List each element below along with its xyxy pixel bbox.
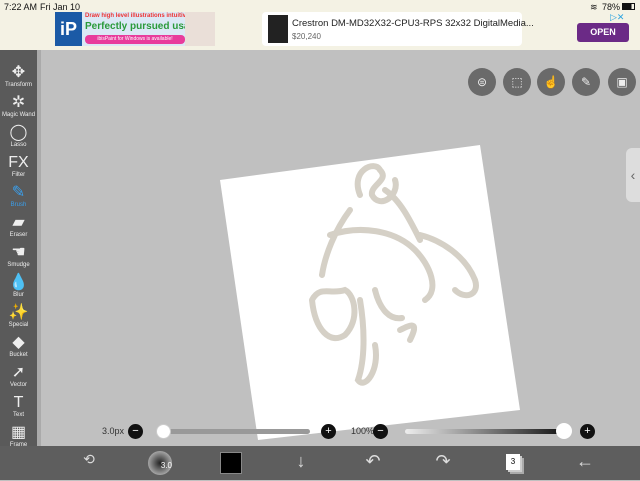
tool-vector[interactable]: ➚ Vector (0, 364, 37, 388)
hand-tool-button[interactable]: ☝ (537, 68, 565, 96)
opacity-slider-thumb[interactable] (556, 423, 572, 439)
tool-filter[interactable]: FX Filter (0, 154, 37, 178)
tool-lasso[interactable]: ◯ Lasso (0, 124, 37, 148)
ruler-button[interactable]: ✎ (572, 68, 600, 96)
smudge-icon: ☚ (11, 244, 26, 261)
magic-wand-icon: ✲ (11, 94, 26, 111)
opacity-plus-button[interactable]: + (580, 424, 595, 439)
tool-label: Filter (11, 172, 26, 178)
filter-icon: FX (8, 154, 29, 171)
eraser-icon: ▰ (12, 214, 25, 231)
opacity-slider[interactable] (405, 429, 565, 434)
tool-label: Bucket (9, 352, 28, 358)
opacity-label: 100% (351, 426, 375, 436)
undo-icon[interactable]: ↶ (360, 451, 386, 472)
brush-size-slider[interactable] (160, 429, 310, 434)
selection-button[interactable]: ⬚ (503, 68, 531, 96)
opacity-minus-button[interactable]: − (373, 424, 388, 439)
tool-label: Vector (9, 382, 27, 388)
redo-icon[interactable]: ↷ (430, 451, 456, 472)
tool-label: Blur (13, 292, 24, 298)
tool-label: Text (12, 412, 24, 418)
blur-icon: 💧 (8, 274, 29, 291)
tool-text[interactable]: T Text (0, 394, 37, 418)
size-minus-button[interactable]: − (128, 424, 143, 439)
layers-button[interactable]: 3 (506, 454, 520, 470)
vector-icon: ➚ (11, 364, 26, 381)
right-panel-tab[interactable]: ‹ (626, 148, 640, 202)
tool-label: Magic Wand (1, 112, 36, 118)
text-icon: T (13, 394, 24, 411)
swap-brush-eraser-icon[interactable]: ⟲ (76, 451, 102, 468)
brush-icon: ✎ (11, 184, 26, 201)
tool-transform[interactable]: ✥ Transform (0, 64, 37, 88)
tool-special[interactable]: ✨ Special (0, 304, 37, 328)
sidebar-scrollbar[interactable] (37, 50, 41, 446)
tool-brush[interactable]: ✎ Brush (0, 184, 37, 208)
down-arrow-icon[interactable]: ↓ (288, 451, 314, 472)
tool-eraser[interactable]: ▰ Eraser (0, 214, 37, 238)
brush-preview-button[interactable]: 3.0 (148, 451, 172, 475)
frame-divider-icon: ▦ (10, 424, 27, 441)
lasso-icon: ◯ (9, 124, 28, 141)
size-plus-button[interactable]: + (321, 424, 336, 439)
tool-label: Smudge (7, 262, 30, 268)
bucket-icon: ◆ (12, 334, 25, 351)
color-swatch-button[interactable] (220, 452, 242, 474)
transform-icon: ✥ (11, 64, 26, 81)
tool-label: Special (8, 322, 29, 328)
special-icon: ✨ (8, 304, 29, 321)
tool-label: Lasso (10, 142, 27, 148)
tool-bucket[interactable]: ◆ Bucket (0, 334, 37, 358)
tool-label: Transform (4, 82, 33, 88)
size-slider-thumb[interactable] (156, 424, 171, 439)
material-button[interactable]: ▣ (608, 68, 636, 96)
bottom-toolbar: ⟲ 3.0 ↓ ↶ ↷ 3 ← (0, 446, 640, 480)
tool-blur[interactable]: 💧 Blur (0, 274, 37, 298)
tool-magic-wand[interactable]: ✲ Magic Wand (0, 94, 37, 118)
brush-size-label: 3.0px (102, 426, 125, 436)
tool-label: Brush (10, 202, 27, 208)
layer-toggle-button[interactable]: ⊜ (468, 68, 496, 96)
tool-label: Eraser (9, 232, 28, 238)
back-arrow-icon[interactable]: ← (572, 451, 598, 472)
tool-smudge[interactable]: ☚ Smudge (0, 244, 37, 268)
